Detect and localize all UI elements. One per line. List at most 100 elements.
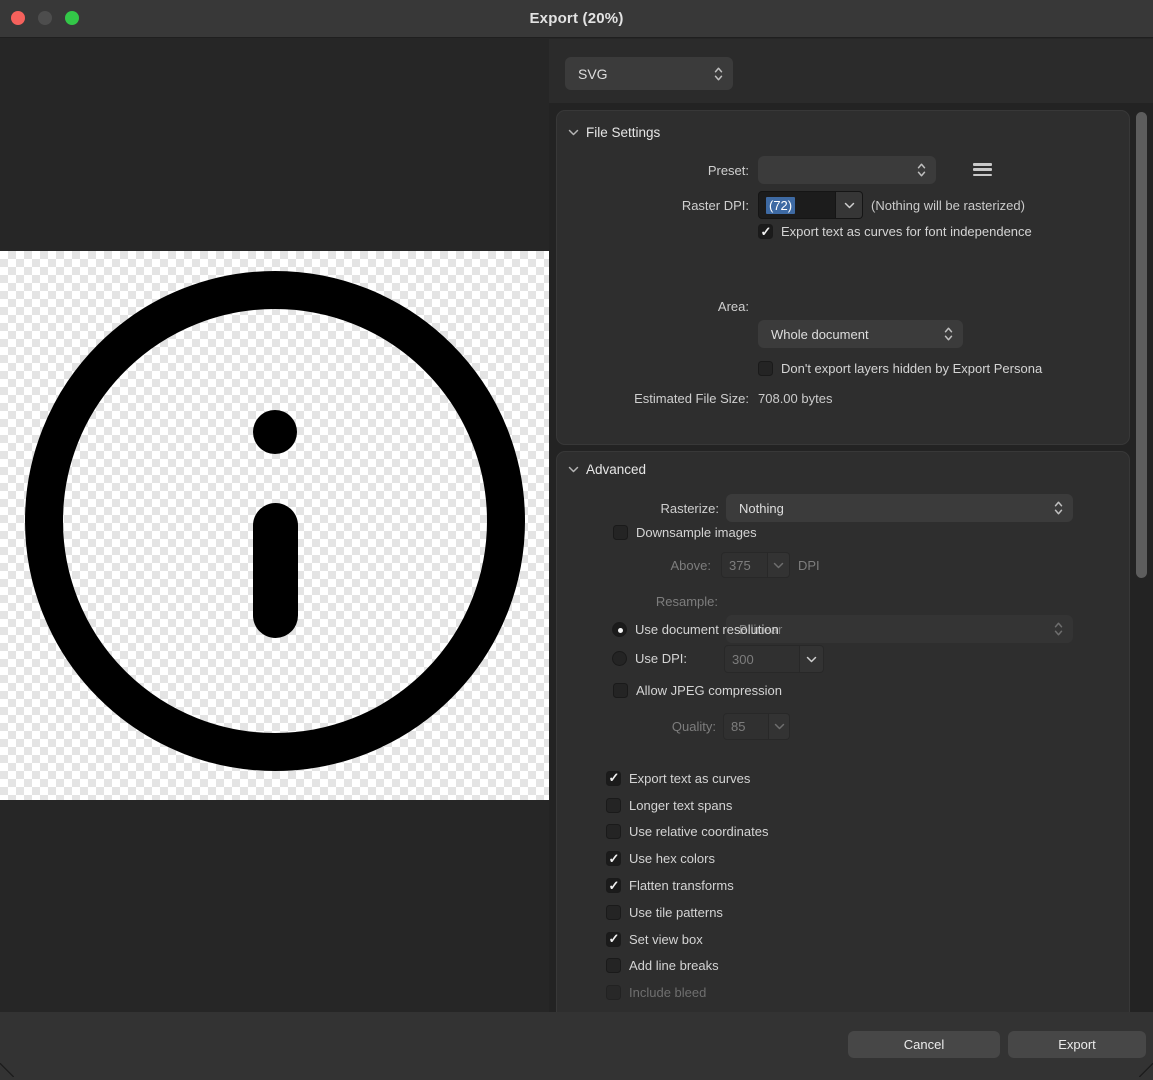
area-select[interactable]: Whole document [758, 320, 963, 348]
use-doc-resolution-label: Use document resolution [635, 622, 779, 637]
resize-grip-right[interactable] [1139, 1063, 1153, 1077]
preset-select[interactable] [758, 156, 936, 184]
estimated-size-label: Estimated File Size: [557, 391, 749, 406]
quality-dropdown-button [769, 713, 790, 740]
svg-option-row[interactable]: Export text as curves [606, 765, 1106, 792]
advanced-title: Advanced [586, 462, 646, 477]
checkbox-unchecked-icon[interactable] [606, 958, 621, 973]
checkbox-checked-icon[interactable] [758, 224, 773, 239]
use-doc-resolution-radio-row[interactable]: Use document resolution [612, 622, 779, 637]
window-title: Export (20%) [0, 0, 1153, 38]
rasterize-label: Rasterize: [557, 501, 719, 516]
use-dpi-label: Use DPI: [635, 651, 687, 666]
estimated-size-value: 708.00 bytes [758, 391, 832, 406]
export-settings-panel: SVG File Settings Preset: Raster DPI: [549, 39, 1153, 1012]
checkbox-unchecked-icon[interactable] [606, 905, 621, 920]
chevron-up-down-icon [1054, 622, 1063, 637]
raster-dpi-value: (72) [766, 197, 795, 214]
svg-option-row[interactable]: Use hex colors [606, 845, 1106, 872]
svg-option-label: Use relative coordinates [629, 824, 768, 839]
file-settings-section: File Settings Preset: Raster DPI: (72) (… [556, 110, 1130, 445]
raster-dpi-combo[interactable]: (72) [758, 191, 863, 219]
svg-option-label: Use hex colors [629, 851, 715, 866]
cancel-button[interactable]: Cancel [848, 1031, 1000, 1058]
jpeg-compression-checkbox-row[interactable]: Allow JPEG compression [613, 683, 782, 698]
checkbox-unchecked-icon[interactable] [613, 683, 628, 698]
area-select-value: Whole document [771, 327, 869, 342]
raster-dpi-dropdown-button[interactable] [836, 191, 863, 219]
use-dpi-radio-row[interactable]: Use DPI: [612, 651, 687, 666]
preset-menu-hamburger-icon[interactable] [973, 163, 992, 176]
checkbox-unchecked-icon[interactable] [758, 361, 773, 376]
preset-label: Preset: [557, 163, 749, 178]
above-dpi-unit: DPI [798, 558, 838, 573]
svg-option-row[interactable]: Longer text spans [606, 792, 1106, 819]
svg-option-row[interactable]: Add line breaks [606, 953, 1106, 980]
svg-option-label: Export text as curves [629, 771, 750, 786]
rasterize-select-value: Nothing [739, 501, 784, 516]
svg-option-label: Set view box [629, 932, 703, 947]
advanced-header[interactable]: Advanced [568, 462, 646, 477]
quality-label: Quality: [557, 719, 716, 734]
transparency-checkerboard [0, 251, 549, 800]
chevron-up-down-icon [1054, 501, 1063, 516]
quality-value-field: 85 [723, 713, 769, 740]
svg-option-row[interactable]: Use tile patterns [606, 899, 1106, 926]
svg-option-row[interactable]: Use relative coordinates [606, 819, 1106, 846]
info-circle-icon [0, 251, 549, 800]
above-dpi-combo: 375 [721, 552, 790, 578]
use-dpi-value-field: 300 [724, 645, 800, 673]
titlebar: Export (20%) [0, 0, 1153, 38]
checkbox-unchecked-icon[interactable] [606, 985, 621, 1000]
raster-dpi-input[interactable]: (72) [758, 191, 836, 219]
area-label: Area: [557, 299, 749, 314]
export-button[interactable]: Export [1008, 1031, 1146, 1058]
disclosure-chevron-down-icon [568, 466, 579, 473]
downsample-label: Downsample images [636, 525, 757, 540]
downsample-checkbox-row[interactable]: Downsample images [613, 525, 757, 540]
checkbox-checked-icon[interactable] [606, 932, 621, 947]
svg-option-row[interactable]: Flatten transforms [606, 872, 1106, 899]
file-settings-header[interactable]: File Settings [568, 125, 660, 140]
svg-options-list: Export text as curves Longer text spans Us… [606, 765, 1106, 1006]
svg-option-label: Flatten transforms [629, 878, 734, 893]
file-settings-title: File Settings [586, 125, 660, 140]
svg-option-label: Longer text spans [629, 798, 732, 813]
disclosure-chevron-down-icon [568, 129, 579, 136]
rasterize-select[interactable]: Nothing [726, 494, 1073, 522]
checkbox-unchecked-icon[interactable] [606, 798, 621, 813]
raster-dpi-label: Raster DPI: [557, 198, 749, 213]
checkbox-checked-icon[interactable] [606, 878, 621, 893]
resize-grip-left[interactable] [0, 1063, 14, 1077]
above-label: Above: [557, 558, 711, 573]
dont-export-hidden-checkbox-row[interactable]: Don't export layers hidden by Export Per… [758, 361, 1042, 376]
chevron-up-down-icon [917, 163, 926, 178]
chevron-up-down-icon [944, 327, 953, 342]
advanced-section: Advanced Rasterize: Nothing Downsample i… [556, 451, 1130, 1012]
export-curves-font-checkbox-row[interactable]: Export text as curves for font independe… [758, 224, 1032, 239]
above-dpi-value-field: 375 [721, 552, 768, 578]
settings-scroll-area: File Settings Preset: Raster DPI: (72) (… [549, 103, 1153, 1012]
above-dpi-dropdown-button [768, 552, 790, 578]
svg-option-row[interactable]: Set view box [606, 926, 1106, 953]
resample-label: Resample: [557, 594, 718, 609]
checkbox-checked-icon[interactable] [606, 851, 621, 866]
dialog-footer: Cancel Export [0, 1012, 1153, 1080]
scrollbar-thumb[interactable] [1136, 112, 1147, 578]
dont-export-hidden-label: Don't export layers hidden by Export Per… [781, 361, 1042, 376]
checkbox-unchecked-icon[interactable] [606, 824, 621, 839]
export-curves-font-label: Export text as curves for font independe… [781, 224, 1032, 239]
checkbox-unchecked-icon[interactable] [613, 525, 628, 540]
format-select[interactable]: SVG [565, 57, 733, 90]
radio-selected-icon[interactable] [612, 622, 627, 637]
checkbox-checked-icon[interactable] [606, 771, 621, 786]
svg-option-row[interactable]: Include bleed [606, 979, 1106, 1006]
svg-option-label: Use tile patterns [629, 905, 723, 920]
raster-dpi-note: (Nothing will be rasterized) [871, 198, 1025, 213]
use-dpi-dropdown-button[interactable] [800, 645, 824, 673]
export-preview [0, 39, 549, 1012]
jpeg-compression-label: Allow JPEG compression [636, 683, 782, 698]
chevron-up-down-icon [714, 66, 723, 81]
radio-unselected-icon[interactable] [612, 651, 627, 666]
svg-option-label: Add line breaks [629, 958, 719, 973]
